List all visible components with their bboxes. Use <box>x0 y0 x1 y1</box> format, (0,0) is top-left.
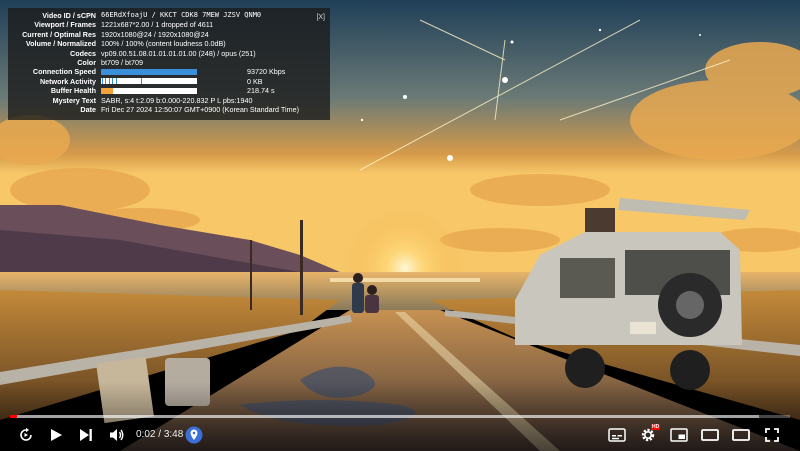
progress-bar[interactable] <box>10 415 790 418</box>
fullscreen-icon <box>765 428 779 442</box>
stats-row-volume: Volume / Normalized 100% / 100% (content… <box>12 39 326 48</box>
cast-icon <box>732 429 750 441</box>
stats-row-mystery-text: Mystery Text SABR, s:4 t:2.09 b:0.000-22… <box>12 96 326 105</box>
stats-label: Date <box>80 104 96 114</box>
autoplay-toggle[interactable] <box>12 421 40 449</box>
location-pin-icon <box>185 426 203 444</box>
stats-row-date: Date Fri Dec 27 2024 12:50:07 GMT+0900 (… <box>12 105 326 114</box>
stats-label: Video ID / sCPN <box>42 11 96 20</box>
time-display: 0:02 / 3:48 <box>136 427 183 443</box>
stats-value: 66ERdXfoajU / KKCT CDK8 7MEW JZSV QNM0 <box>101 11 262 19</box>
stats-label: Mystery Text <box>52 95 96 105</box>
stats-for-nerds-panel: [X] Video ID / sCPN 66ERdXfoajU / KKCT C… <box>8 8 330 120</box>
stats-row-video-id: Video ID / sCPN 66ERdXfoajU / KKCT CDK8 … <box>12 11 326 20</box>
stats-label: Buffer Health <box>50 86 96 96</box>
stats-label: Connection Speed <box>32 67 96 77</box>
play-button[interactable] <box>42 421 70 449</box>
control-bar: 0:02 / 3:48 HD <box>0 421 800 449</box>
volume-icon <box>110 429 124 441</box>
stats-label: Current / Optimal Res <box>22 29 96 39</box>
stats-value: 1221x687*2.00 / 1 dropped of 4611 <box>101 20 214 30</box>
miniplayer-button[interactable] <box>665 421 693 449</box>
cast-button[interactable] <box>727 421 755 449</box>
location-button[interactable] <box>180 421 208 449</box>
stats-label: Network Activity <box>39 76 96 86</box>
stats-label: Codecs <box>70 48 96 58</box>
theater-mode-button[interactable] <box>696 421 724 449</box>
stats-value: 100% / 100% (content loudness 0.0dB) <box>101 39 226 49</box>
subtitles-icon <box>608 428 626 442</box>
stats-row-codecs: Codecs vp09.00.51.08.01.01.01.01.00 (248… <box>12 49 326 58</box>
stats-value: bt709 / bt709 <box>101 57 143 67</box>
fullscreen-button[interactable] <box>758 421 786 449</box>
stats-close-button[interactable]: [X] <box>316 13 325 22</box>
stats-value: 93720 Kbps <box>247 67 286 77</box>
stats-row-network-activity: Network Activity 0 KB <box>12 77 326 86</box>
stats-value: Fri Dec 27 2024 12:50:07 GMT+0900 (Korea… <box>101 104 299 114</box>
stats-row-viewport: Viewport / Frames 1221x687*2.00 / 1 drop… <box>12 20 326 29</box>
current-time: 0:02 <box>136 429 156 440</box>
stats-row-color: Color bt709 / bt709 <box>12 58 326 67</box>
stats-row-resolution: Current / Optimal Res 1920x1080@24 / 192… <box>12 30 326 39</box>
stats-label: Volume / Normalized <box>25 39 96 49</box>
miniplayer-icon <box>670 428 688 442</box>
settings-button[interactable]: HD <box>634 421 662 449</box>
next-button[interactable] <box>72 421 100 449</box>
buffered-range <box>10 415 759 418</box>
stats-value: 1920x1080@24 / 1920x1080@24 <box>101 29 209 39</box>
play-icon <box>51 429 62 441</box>
stats-label: Color <box>77 57 96 67</box>
stats-value: vp09.00.51.08.01.01.01.01.00 (248) / opu… <box>101 48 256 58</box>
theater-icon <box>701 429 719 441</box>
played-range <box>10 415 18 418</box>
video-player[interactable]: [X] Video ID / sCPN 66ERdXfoajU / KKCT C… <box>0 0 800 451</box>
stats-label: Viewport / Frames <box>34 20 96 30</box>
stats-row-connection-speed: Connection Speed 93720 Kbps <box>12 67 326 76</box>
connection-speed-graph <box>101 69 197 76</box>
subtitles-button[interactable] <box>603 421 631 449</box>
stats-value: SABR, s:4 t:2.09 b:0.000-220.832 P L pbs… <box>101 95 253 105</box>
buffer-health-graph <box>101 87 197 94</box>
autoplay-icon <box>20 427 32 441</box>
mute-button[interactable] <box>103 421 131 449</box>
stats-value: 218.74 s <box>247 86 275 96</box>
time-separator: / <box>158 429 162 440</box>
network-activity-graph <box>101 78 197 85</box>
stats-row-buffer-health: Buffer Health 218.74 s <box>12 86 326 95</box>
next-icon <box>80 429 92 441</box>
hd-badge: HD <box>651 424 661 430</box>
stats-value: 0 KB <box>247 76 263 86</box>
